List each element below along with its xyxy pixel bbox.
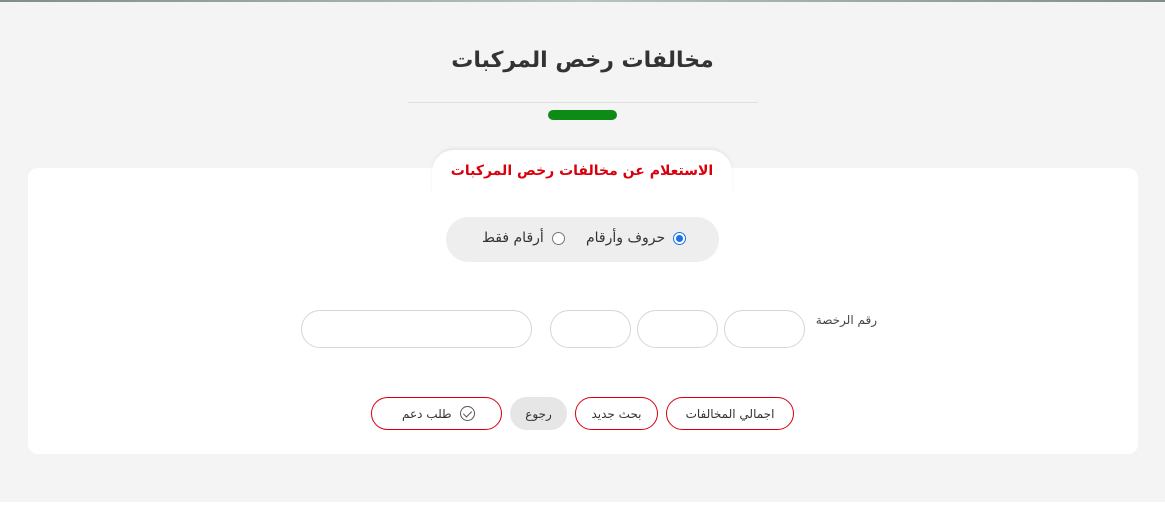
radio-checked-icon[interactable] bbox=[673, 231, 687, 245]
radio-letters-and-numbers-label: حروف وأرقام bbox=[586, 230, 666, 246]
title-accent-bar bbox=[548, 110, 617, 120]
radio-numbers-only-label: أرقام فقط bbox=[482, 230, 544, 246]
radio-unchecked-icon[interactable] bbox=[551, 231, 565, 245]
top-accent-strip bbox=[0, 0, 1165, 2]
radio-letters-and-numbers[interactable]: حروف وأرقام bbox=[586, 228, 687, 248]
license-number-label: رقم الرخصة bbox=[815, 313, 877, 327]
check-circle-icon bbox=[459, 406, 475, 421]
support-request-button[interactable]: طلب دعم bbox=[371, 397, 502, 430]
plate-letter-field-3[interactable] bbox=[550, 310, 631, 348]
support-request-label: طلب دعم bbox=[402, 406, 452, 421]
new-search-label: بحث جديد bbox=[591, 406, 642, 421]
page-title: مخالفات رخص المركبات bbox=[451, 48, 714, 73]
back-label: رجوع bbox=[525, 406, 552, 421]
card-heading: الاستعلام عن مخالفات رخص المركبات bbox=[450, 163, 714, 179]
radio-numbers-only[interactable]: أرقام فقط bbox=[482, 228, 565, 248]
plate-number-field[interactable] bbox=[301, 310, 532, 348]
new-search-button[interactable]: بحث جديد bbox=[575, 397, 658, 430]
back-button[interactable]: رجوع bbox=[510, 397, 567, 430]
plate-letter-field-1[interactable] bbox=[724, 310, 805, 348]
title-divider bbox=[408, 102, 758, 103]
total-violations-button[interactable]: اجمالي المخالفات bbox=[666, 397, 794, 430]
plate-letter-field-2[interactable] bbox=[637, 310, 718, 348]
total-violations-label: اجمالي المخالفات bbox=[685, 406, 775, 421]
